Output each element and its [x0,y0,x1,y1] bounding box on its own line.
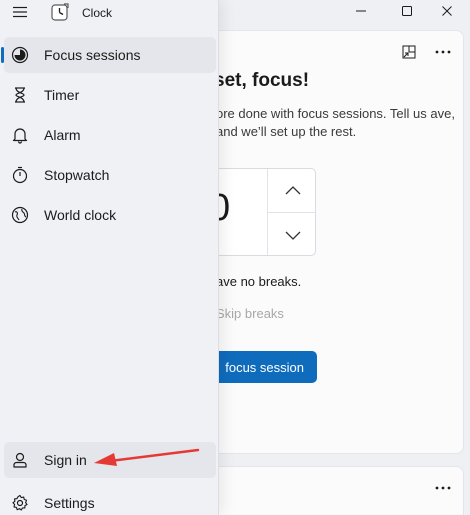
nav-item-world-clock[interactable]: World clock [4,197,216,233]
focus-heading: set, focus! [214,70,310,91]
chevron-down-icon [285,231,300,240]
app-title: Clock [82,6,113,20]
compact-overlay-button[interactable] [395,38,423,66]
annotation-arrow-icon [94,448,200,466]
gear-icon [12,494,28,511]
bell-icon [12,128,28,144]
increase-duration-button[interactable] [268,169,315,212]
selection-indicator [1,47,4,63]
nav-item-alarm[interactable]: Alarm [4,117,216,153]
hourglass-icon [15,87,25,103]
decrease-duration-button[interactable] [268,213,315,255]
pop-out-icon [402,45,416,59]
nav-label: Focus sessions [44,47,141,63]
nav-item-settings[interactable]: Settings [4,485,216,515]
breaks-info: ave no breaks. [216,274,302,289]
focus-description: ore done with focus sessions. Tell us av… [216,106,455,139]
more-options-button[interactable] [429,38,457,66]
focus-icon [11,46,29,64]
nav-item-timer[interactable]: Timer [4,77,216,113]
clock-app-icon [51,3,69,21]
globe-icon [11,206,29,224]
nav-label: Timer [44,87,80,103]
person-icon [13,452,27,468]
nav-item-stopwatch[interactable]: Stopwatch [4,157,216,193]
more-options-button[interactable] [429,474,457,502]
secondary-card [200,466,464,515]
nav-label: Stopwatch [44,167,110,183]
navigation-pane: Clock Focus sessions Timer Alarm Stopwat… [0,0,219,515]
nav-label: Settings [44,495,95,511]
chevron-up-icon [285,186,300,195]
hamburger-icon [13,6,27,18]
nav-label: Sign in [44,452,87,468]
menu-button[interactable] [6,0,34,24]
more-icon [435,50,451,54]
more-icon [435,486,451,490]
nav-label: World clock [44,207,117,223]
nav-label: Alarm [44,127,81,143]
skip-breaks-checkbox[interactable]: Skip breaks [216,306,284,321]
stopwatch-icon [12,166,28,184]
nav-item-focus-sessions[interactable]: Focus sessions [1,37,216,73]
